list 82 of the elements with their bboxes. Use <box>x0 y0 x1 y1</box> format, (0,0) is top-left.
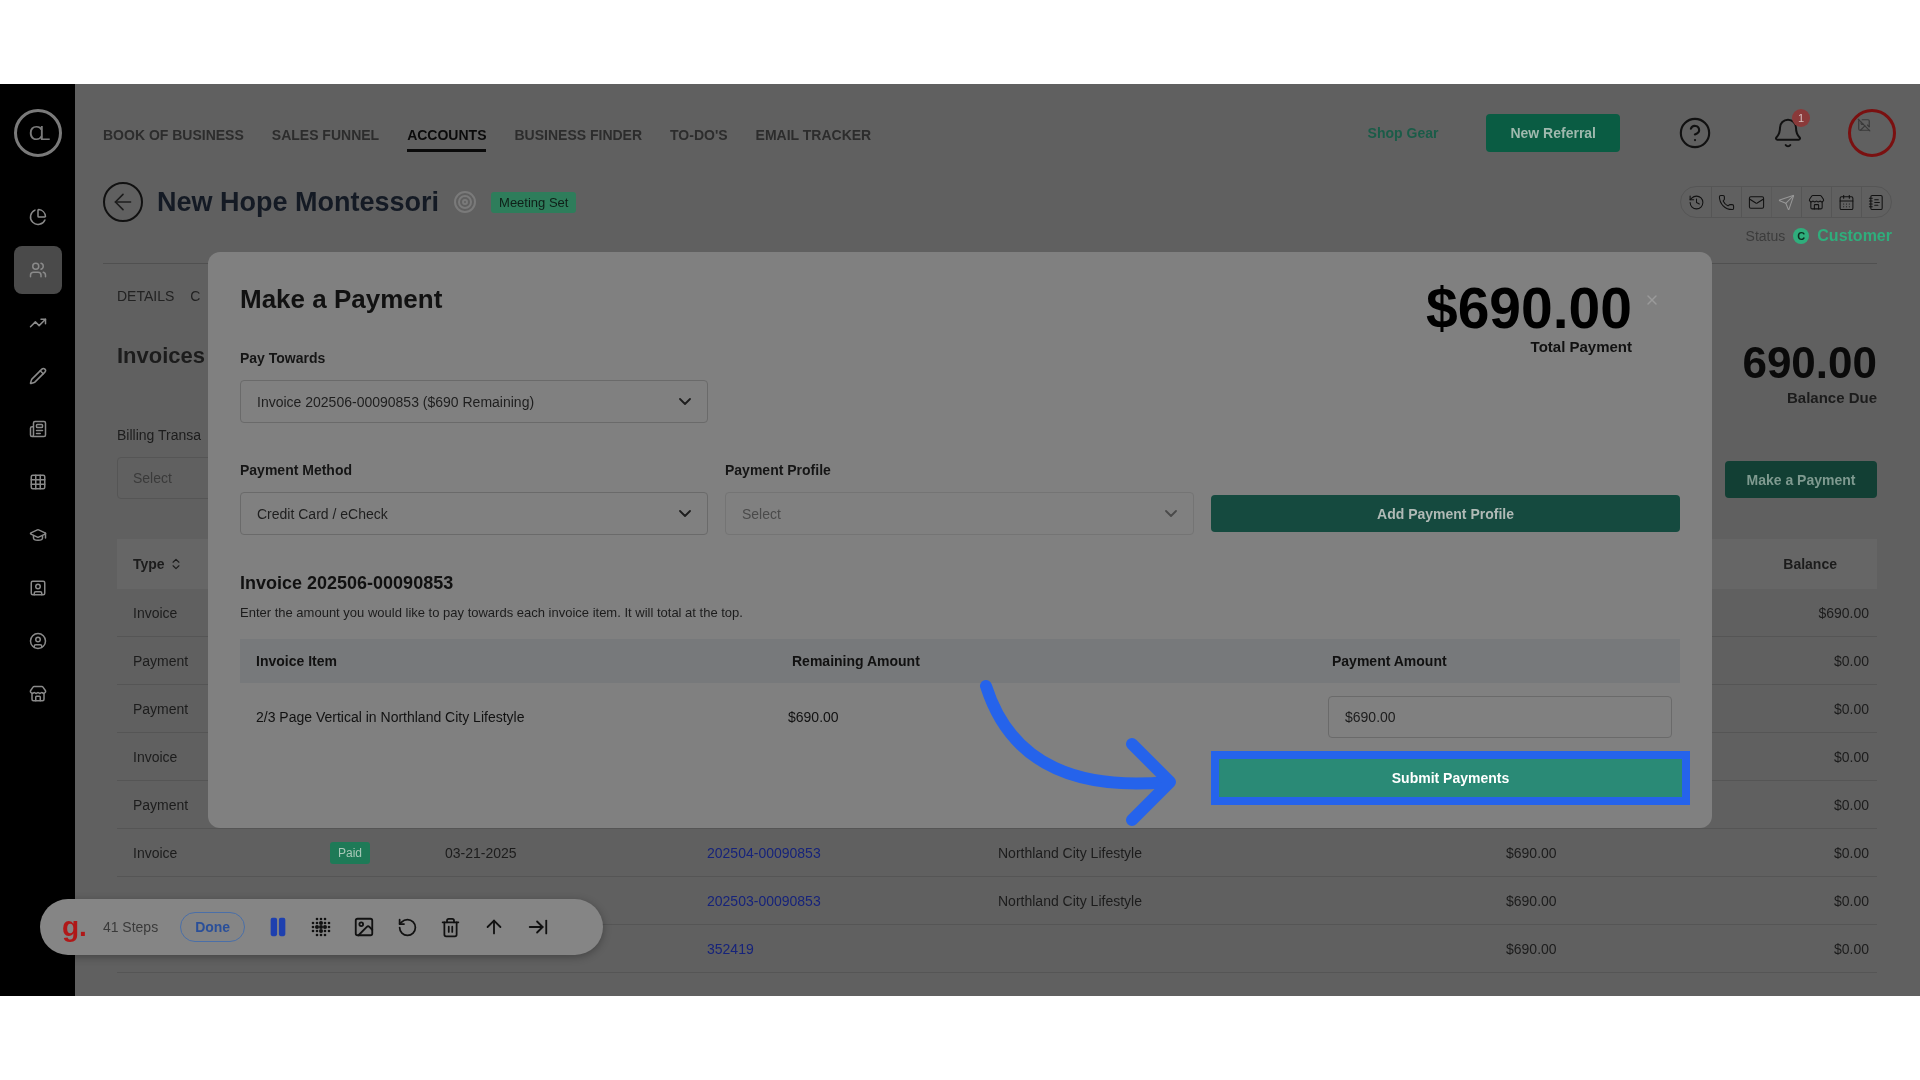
detail-tab[interactable]: C <box>190 288 201 304</box>
account-name: New Hope Montessori <box>157 186 440 218</box>
table-cell-text: $0.00 <box>1833 748 1870 765</box>
column-header: Remaining Amount <box>791 653 921 669</box>
status-badge: Paid <box>330 841 371 864</box>
chevron-down-icon <box>679 398 691 405</box>
undo-icon[interactable] <box>397 916 419 938</box>
people-icon <box>28 261 47 279</box>
balance-label: Balance Due <box>1786 388 1877 408</box>
field-label: Payment Profile <box>725 461 832 480</box>
invoice-link[interactable]: 202504-00090853 <box>707 844 821 861</box>
column-header[interactable]: Type <box>117 556 330 572</box>
grid-icon <box>28 473 47 491</box>
table-cell-text: $0.00 <box>1833 796 1870 813</box>
balance-amount: 690.00 <box>1742 338 1877 388</box>
status-value: Customer <box>1817 227 1892 245</box>
field-label: Pay Towards <box>240 349 327 368</box>
table-cell-text: $0.00 <box>1833 700 1870 717</box>
graduation-cap-icon <box>28 526 47 544</box>
section-title: Invoices <box>117 343 206 370</box>
table-cell-text: $0.00 <box>1833 844 1870 861</box>
store-icon <box>28 685 47 703</box>
table-cell-text: $0.00 <box>1833 940 1870 957</box>
add-profile-button[interactable]: Add Payment Profile <box>1211 495 1680 532</box>
table-cell-text: $0.00 <box>1833 892 1870 909</box>
notification-badge: 1 <box>1792 109 1810 127</box>
column-header[interactable]: Balance <box>1767 556 1877 572</box>
total-label: Total Payment <box>1530 338 1632 355</box>
field-label: Billing Transa <box>117 426 202 445</box>
invoice-link[interactable]: 352419 <box>707 940 754 957</box>
nav-tab[interactable]: ACCOUNTS <box>407 120 487 152</box>
table-cell: Northland City Lifestyle <box>998 892 1142 909</box>
table-cell-text: $690.00 <box>1818 604 1870 621</box>
avatar[interactable] <box>1848 109 1896 157</box>
sidebar-item[interactable] <box>13 246 62 294</box>
status-icon: C <box>1793 228 1810 244</box>
chevron-down-icon <box>1165 510 1177 517</box>
table-cell: $690.00 <box>1506 892 1557 909</box>
table-cell: $690.00 <box>1506 844 1557 861</box>
newspaper-icon <box>28 420 47 438</box>
table-cell-text: Payment <box>132 652 189 669</box>
field-label: Payment Method <box>240 461 353 480</box>
submit-payments-button[interactable]: Submit Payments <box>1219 759 1682 797</box>
table-cell: Northland City Lifestyle <box>998 844 1142 861</box>
column-header: Invoice Item <box>255 653 338 669</box>
detail-tab[interactable]: DETAILS <box>117 288 175 304</box>
pay-towards-select[interactable]: Invoice 202506-00090853 ($690 Remaining) <box>240 380 708 423</box>
table-cell-text: $0.00 <box>1833 652 1870 669</box>
table-cell-text: $690.00 <box>787 709 840 725</box>
table-cell: 03-21-2025 <box>445 844 517 861</box>
broken-image-icon <box>1857 118 1871 132</box>
step-count: 41 Steps <box>102 919 159 935</box>
pencil-icon <box>28 367 47 385</box>
contact-card-icon <box>28 579 47 597</box>
table-cell: $690.00 <box>1506 940 1557 957</box>
table-cell-text: Payment <box>132 796 189 813</box>
payment-method-select[interactable]: Credit Card / eCheck <box>240 492 708 535</box>
instructions-text: Enter the amount you would like to pay towards each invoice item. It will total at the top. <box>240 604 744 622</box>
help-icon[interactable] <box>1678 116 1712 150</box>
table-cell-text: 2/3 Page Vertical in Northland City Lifestyle <box>255 709 526 725</box>
trash-icon[interactable] <box>440 916 462 938</box>
new-referral-button[interactable]: New Referral <box>1486 114 1620 152</box>
image-icon[interactable] <box>353 916 376 938</box>
column-header: Payment Amount <box>1331 653 1448 669</box>
recorder-logo: g. <box>62 911 87 943</box>
table-cell-text: Payment <box>132 700 189 717</box>
invoice-heading: Invoice 202506-00090853 <box>240 572 455 595</box>
pie-chart-icon <box>28 208 47 226</box>
chevron-down-icon <box>679 510 691 517</box>
blur-icon[interactable] <box>311 917 332 937</box>
make-payment-button[interactable]: Make a Payment <box>1725 461 1877 498</box>
brand-logo[interactable]: CL <box>13 109 62 157</box>
payment-amount-input[interactable]: $690.00 <box>1328 696 1672 738</box>
table-cell-text: Invoice <box>132 748 178 765</box>
back-button[interactable] <box>103 182 143 222</box>
dialog-title: Make a Payment <box>240 283 444 316</box>
invoice-link[interactable]: 202503-00090853 <box>707 892 821 909</box>
stage-badge: Meeting Set <box>491 191 577 213</box>
table-cell-text: Invoice <box>132 604 178 621</box>
total-amount: $690.00 <box>1425 278 1632 338</box>
table-cell-text: Invoice <box>132 844 178 861</box>
user-circle-icon <box>28 632 47 650</box>
